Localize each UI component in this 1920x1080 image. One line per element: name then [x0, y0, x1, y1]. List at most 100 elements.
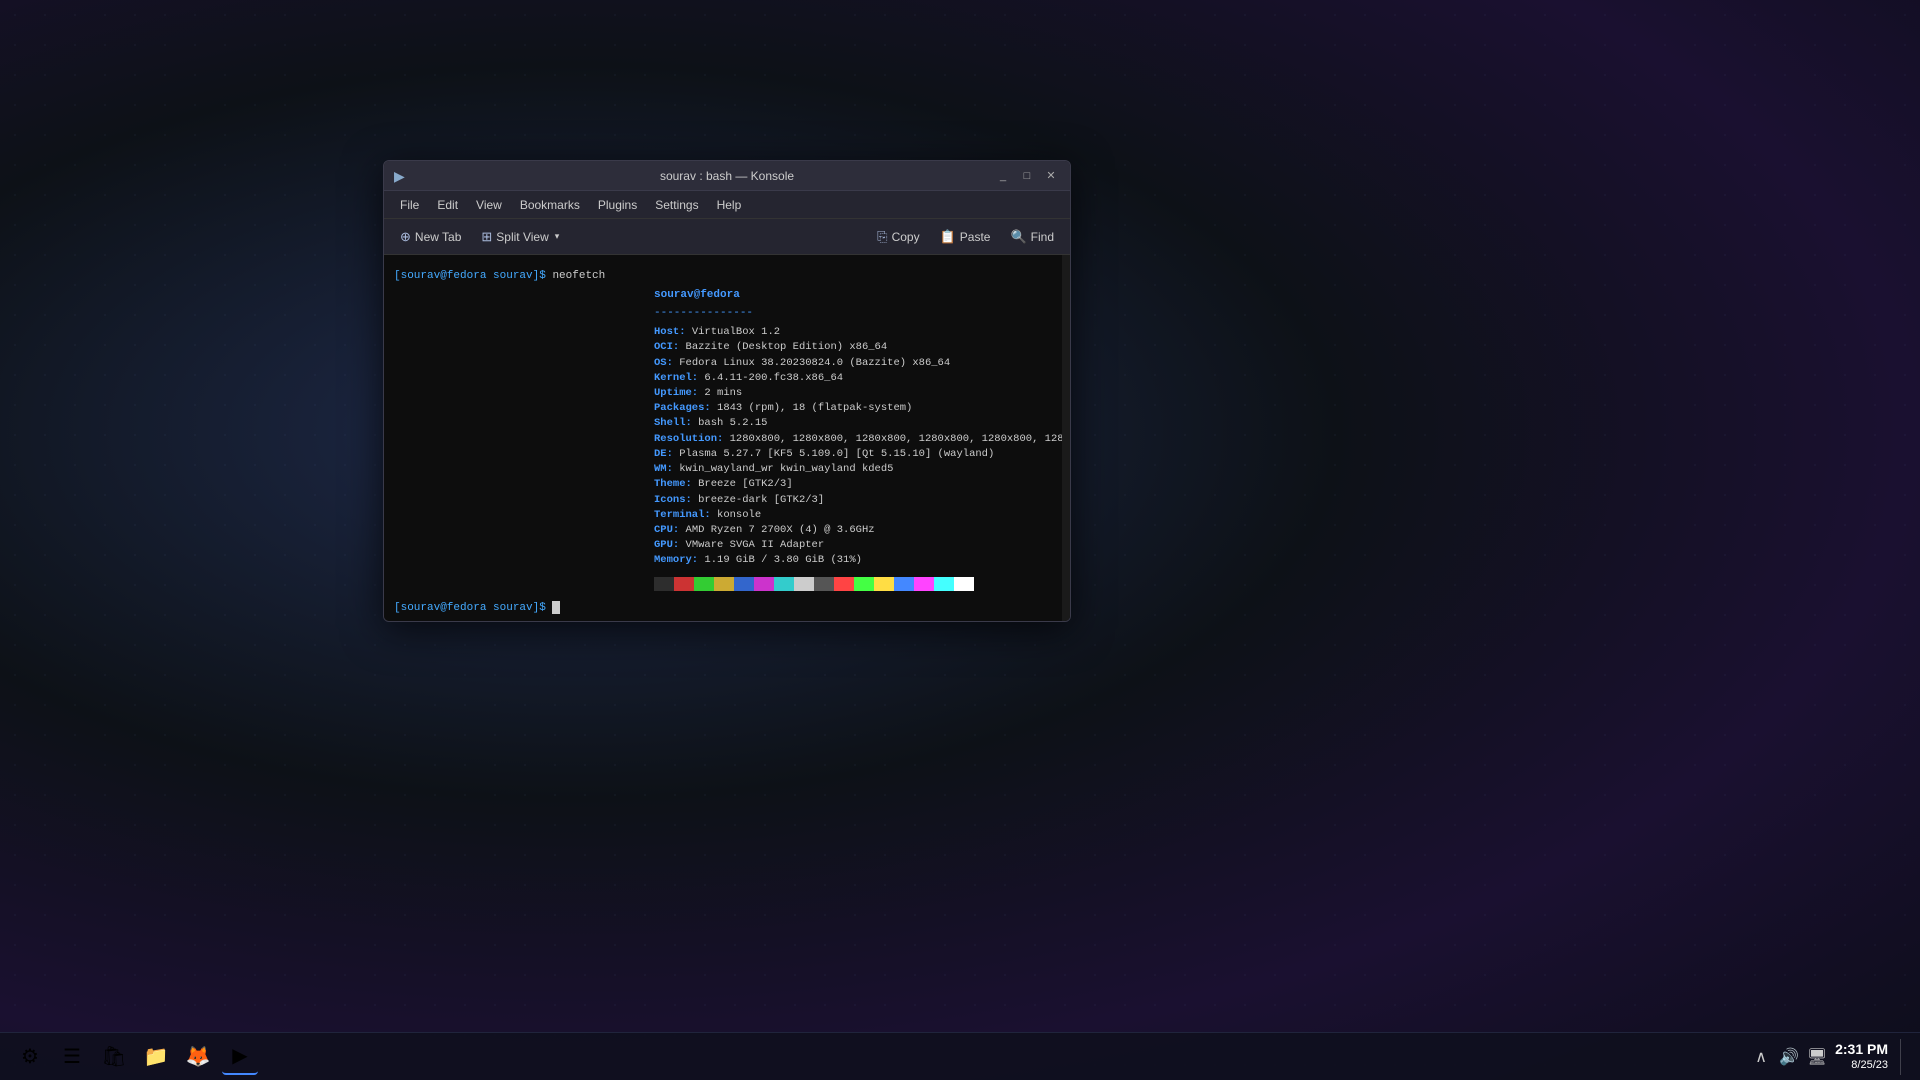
taskbar-icon-konsole[interactable]: ▶ [222, 1039, 258, 1075]
info-val: Breeze [GTK2/3] [698, 478, 793, 490]
menu-bookmarks[interactable]: Bookmarks [512, 195, 588, 215]
sysinfo-item: DE: Plasma 5.27.7 [KF5 5.109.0] [Qt 5.15… [654, 447, 1062, 462]
color-block [714, 577, 734, 591]
sysinfo-item: Host: VirtualBox 1.2 [654, 325, 1062, 340]
command-text: neofetch [552, 270, 605, 282]
sysinfo-item: OS: Fedora Linux 38.20230824.0 (Bazzite)… [654, 356, 1062, 371]
color-block [734, 577, 754, 591]
konsole-window: ▶ sourav : bash — Konsole _ □ ✕ File Edi… [383, 160, 1071, 622]
taskbar-icon-discover[interactable]: 🛍 [96, 1039, 132, 1075]
maximize-button[interactable]: □ [1018, 167, 1036, 185]
menu-file[interactable]: File [392, 195, 427, 215]
info-key: Resolution: [654, 433, 723, 445]
new-tab-button[interactable]: ⊕ New Tab [392, 225, 469, 249]
prompt-final: [sourav@fedora sourav]$ [394, 601, 1052, 616]
sysinfo-item: Icons: breeze-dark [GTK2/3] [654, 493, 1062, 508]
info-key: Shell: [654, 417, 692, 429]
info-val: 2 mins [704, 387, 742, 399]
info-val: bash 5.2.15 [698, 417, 767, 429]
info-val: Fedora Linux 38.20230824.0 (Bazzite) x86… [679, 357, 950, 369]
info-val: Plasma 5.27.7 [KF5 5.109.0] [Qt 5.15.10]… [679, 448, 994, 460]
sysinfo-item: Terminal: konsole [654, 508, 1062, 523]
close-button[interactable]: ✕ [1042, 167, 1060, 185]
copy-label: Copy [892, 230, 920, 244]
paste-icon: 📋 [940, 229, 956, 245]
scrollbar[interactable] [1062, 255, 1070, 621]
split-view-button[interactable]: ⊞ Split View ▾ [473, 225, 567, 249]
taskbar-icon-files[interactable]: 📁 [138, 1039, 174, 1075]
info-key: OS: [654, 357, 673, 369]
minimize-button[interactable]: _ [994, 167, 1012, 185]
color-block [754, 577, 774, 591]
menu-help[interactable]: Help [709, 195, 750, 215]
title-bar: ▶ sourav : bash — Konsole _ □ ✕ [384, 161, 1070, 191]
info-key: Kernel: [654, 372, 698, 384]
menu-settings[interactable]: Settings [647, 195, 706, 215]
info-key: Theme: [654, 478, 692, 490]
color-block [854, 577, 874, 591]
konsole-icon: ▶ [394, 168, 410, 184]
prompt-user: [sourav@fedora sourav]$ [394, 270, 546, 282]
sysinfo-item: CPU: AMD Ryzen 7 2700X (4) @ 3.6GHz [654, 523, 1062, 538]
command-line: [sourav@fedora sourav]$ neofetch [394, 269, 1052, 284]
info-key: CPU: [654, 524, 679, 536]
taskbar-icon-firefox[interactable]: 🦊 [180, 1039, 216, 1075]
info-key: WM: [654, 463, 673, 475]
sysinfo-item: Shell: bash 5.2.15 [654, 416, 1062, 431]
info-val: 1843 (rpm), 18 (flatpak-system) [717, 402, 912, 414]
info-key: Uptime: [654, 387, 698, 399]
menu-edit[interactable]: Edit [429, 195, 466, 215]
info-key: Memory: [654, 554, 698, 566]
menu-plugins[interactable]: Plugins [590, 195, 645, 215]
sysinfo-item: Packages: 1843 (rpm), 18 (flatpak-system… [654, 401, 1062, 416]
desktop: ▶ sourav : bash — Konsole _ □ ✕ File Edi… [0, 0, 1920, 1080]
taskbar-icon-kde-menu[interactable]: ⚙ [12, 1039, 48, 1075]
info-key: OCI: [654, 341, 679, 353]
username-line: sourav@fedora [654, 288, 1062, 303]
paste-label: Paste [960, 230, 991, 244]
taskbar-icon-dolphin[interactable]: ☰ [54, 1039, 90, 1075]
info-val: AMD Ryzen 7 2700X (4) @ 3.6GHz [686, 524, 875, 536]
info-key: Packages: [654, 402, 711, 414]
cursor [552, 601, 560, 614]
sysinfo-item: Theme: Breeze [GTK2/3] [654, 477, 1062, 492]
sysinfo-item: Resolution: 1280x800, 1280x800, 1280x800… [654, 432, 1062, 447]
taskbar-right: ∧ 🔊 🖥 2:31 PM 8/25/23 [1751, 1039, 1908, 1075]
toolbar-right: ⎘ Copy 📋 Paste 🔍 Find [869, 225, 1062, 249]
terminal-area[interactable]: [sourav@fedora sourav]$ neofetch sourav@… [384, 255, 1070, 621]
show-desktop-button[interactable] [1900, 1039, 1908, 1075]
terminal-content[interactable]: [sourav@fedora sourav]$ neofetch sourav@… [384, 255, 1062, 621]
color-block [834, 577, 854, 591]
color-block [674, 577, 694, 591]
display-icon[interactable]: 🖥 [1807, 1047, 1827, 1067]
volume-icon[interactable]: 🔊 [1779, 1047, 1799, 1067]
menu-view[interactable]: View [468, 195, 510, 215]
info-val: Bazzite (Desktop Edition) x86_64 [686, 341, 888, 353]
color-block [794, 577, 814, 591]
ascii-art [394, 288, 634, 590]
chevron-up-icon[interactable]: ∧ [1751, 1047, 1771, 1067]
find-button[interactable]: 🔍 Find [1002, 225, 1062, 249]
color-block [774, 577, 794, 591]
neofetch-output: sourav@fedora --------------- Host: Virt… [394, 288, 1052, 590]
sysinfo-item: GPU: VMware SVGA II Adapter [654, 538, 1062, 553]
clock[interactable]: 2:31 PM 8/25/23 [1835, 1040, 1888, 1072]
find-label: Find [1031, 230, 1054, 244]
taskbar: ⚙☰🛍📁🦊▶ ∧ 🔊 🖥 2:31 PM 8/25/23 [0, 1032, 1920, 1080]
color-block [914, 577, 934, 591]
sysinfo-item: Uptime: 2 mins [654, 386, 1062, 401]
color-blocks [654, 577, 1062, 591]
color-block [814, 577, 834, 591]
info-key: Terminal: [654, 509, 711, 521]
window-controls: _ □ ✕ [994, 167, 1060, 185]
toolbar: ⊕ New Tab ⊞ Split View ▾ ⎘ Copy 📋 Paste [384, 219, 1070, 255]
paste-button[interactable]: 📋 Paste [932, 225, 999, 249]
color-block [894, 577, 914, 591]
info-val: breeze-dark [GTK2/3] [698, 494, 824, 506]
info-val: 1280x800, 1280x800, 1280x800, 1280x800, … [730, 433, 1062, 445]
system-tray: ∧ 🔊 🖥 [1751, 1047, 1827, 1067]
color-block [934, 577, 954, 591]
info-val: 6.4.11-200.fc38.x86_64 [704, 372, 843, 384]
sysinfo-item: OCI: Bazzite (Desktop Edition) x86_64 [654, 340, 1062, 355]
copy-button[interactable]: ⎘ Copy [869, 225, 927, 249]
